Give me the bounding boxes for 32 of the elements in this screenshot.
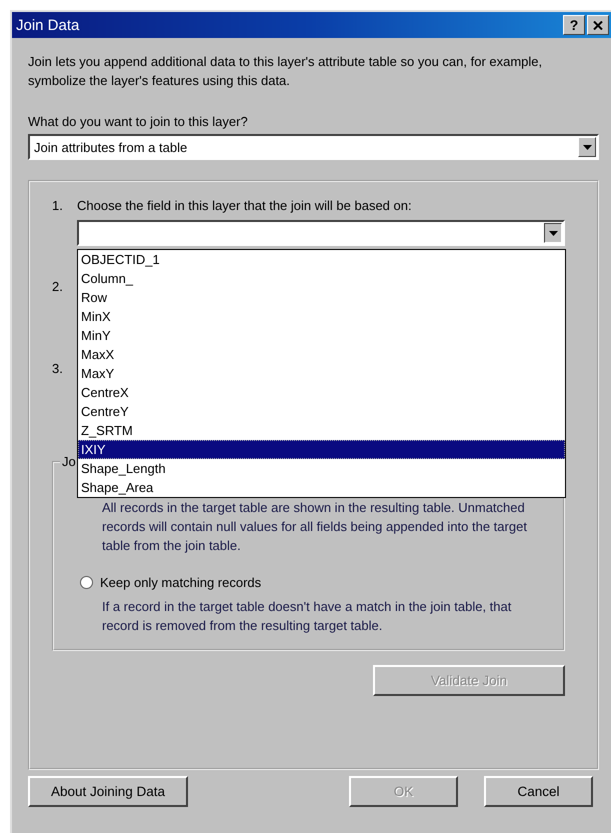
dropdown-item[interactable]: IXIY (78, 440, 565, 459)
dropdown-item[interactable]: CentreX (78, 383, 565, 402)
dropdown-item[interactable]: Row (78, 288, 565, 307)
dropdown-item[interactable]: Shape_Area (78, 478, 565, 497)
window-title: Join Data (16, 16, 80, 34)
dropdown-item[interactable]: Shape_Length (78, 459, 565, 478)
intro-text: Join lets you append additional data to this layer's attribute table so you can, for example, symbolize the layer's features using this data. (28, 53, 544, 90)
radio-button[interactable] (80, 576, 93, 588)
close-icon (593, 20, 603, 30)
dropdown-item[interactable]: MaxY (78, 364, 565, 383)
option-description: All records in the target table are shown in the resulting table. Unmatched records will contain null values for all fields being appended into the target table from the join table. (102, 499, 528, 555)
step-label: Choose the field in this layer that the join will be based on: (77, 197, 413, 215)
close-button[interactable] (587, 15, 609, 35)
join-type-dropdown[interactable]: Join attributes from a table (28, 134, 599, 160)
option-description: If a record in the target table doesn't have a match in the join table, that record is removed from the resulting target table. (102, 598, 512, 635)
dropdown-item[interactable]: Column_ (78, 269, 565, 288)
join-type-label: What do you want to join to this layer? (28, 113, 249, 131)
dropdown-item[interactable]: CentreY (78, 402, 565, 421)
dropdown-item[interactable]: MaxX (78, 345, 565, 364)
dropdown-item[interactable]: MinX (78, 307, 565, 326)
dropdown-item[interactable]: Z_SRTM (78, 421, 565, 440)
dropdown-item[interactable]: OBJECTID_1 (78, 250, 565, 269)
step-number: 1. (52, 197, 64, 215)
help-button[interactable]: ? (563, 15, 585, 35)
group-legend: Jo (60, 453, 78, 470)
step-number: 3. (52, 360, 64, 378)
step-number: 2. (52, 278, 64, 296)
radio-label[interactable]: Keep only matching records (100, 574, 262, 590)
dropdown-item[interactable]: MinY (78, 326, 565, 345)
dialog-button[interactable]: Cancel (484, 776, 593, 807)
dialog-button[interactable]: About Joining Data (28, 776, 188, 807)
field-dropdown[interactable] (77, 220, 565, 246)
